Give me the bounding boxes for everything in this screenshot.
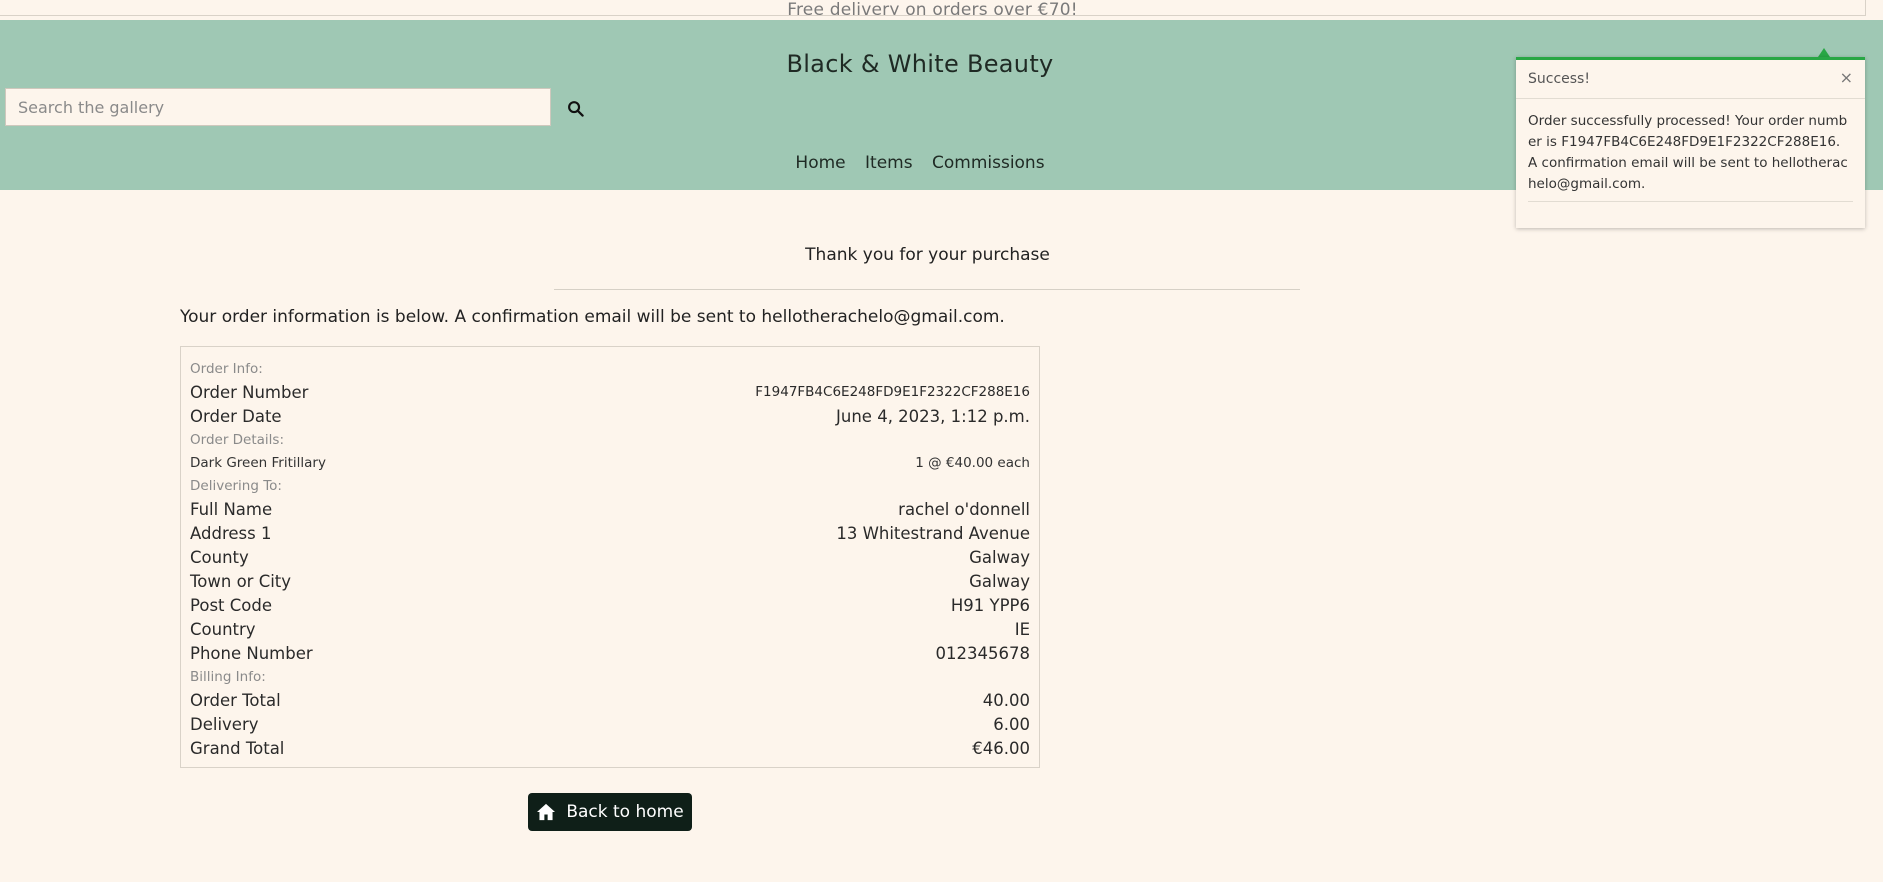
toast-message: Order successfully processed! Your order… (1528, 111, 1853, 202)
county-value: Galway (969, 547, 1030, 567)
order-date-label: Order Date (190, 406, 282, 426)
grand-total-label: Grand Total (190, 738, 285, 758)
search-icon (567, 100, 584, 117)
full-name-label: Full Name (190, 499, 273, 519)
search-button[interactable] (560, 94, 590, 122)
billing-info-label: Billing Info: (190, 668, 266, 685)
order-number-value: F1947FB4C6E248FD9E1F2322CF288E16 (755, 384, 1030, 400)
delivery-value: 6.00 (993, 714, 1030, 734)
phone-label: Phone Number (190, 643, 313, 663)
home-icon (537, 803, 556, 821)
order-total-label: Order Total (190, 690, 281, 710)
order-info-label: Order Info: (190, 360, 263, 377)
search-input[interactable] (5, 88, 551, 126)
address1-label: Address 1 (190, 523, 272, 543)
order-summary: Order Info: Order Number F1947FB4C6E248F… (180, 346, 1040, 768)
order-details-label: Order Details: (190, 431, 285, 448)
address1-value: 13 Whitestrand Avenue (836, 523, 1030, 543)
success-toast: Success! × Order successfully processed!… (1516, 57, 1865, 228)
close-icon[interactable]: × (1840, 68, 1853, 87)
back-to-home-label: Back to home (566, 802, 684, 822)
delivery-banner: Free delivery on orders over €70! (0, 0, 1866, 16)
item-name: Dark Green Fritillary (190, 454, 326, 471)
order-number-label: Order Number (190, 382, 309, 402)
postcode-label: Post Code (190, 595, 273, 615)
nav-home[interactable]: Home (795, 153, 845, 173)
nav-items[interactable]: Items (865, 153, 913, 173)
toast-header: Success! × (1516, 60, 1865, 99)
country-label: Country (190, 619, 256, 639)
order-total-value: 40.00 (982, 690, 1030, 710)
postcode-value: H91 YPP6 (950, 595, 1030, 615)
county-label: County (190, 547, 249, 567)
order-date-value: June 4, 2023, 1:12 p.m. (836, 406, 1030, 426)
order-intro-text: Your order information is below. A confi… (180, 307, 1005, 327)
delivery-label: Delivery (190, 714, 259, 734)
town-value: Galway (969, 571, 1030, 591)
phone-value: 012345678 (935, 643, 1030, 663)
thanks-heading: Thank you for your purchase (805, 245, 1050, 265)
town-label: Town or City (190, 571, 292, 591)
toast-arrow (1818, 48, 1830, 57)
item-quantity-price: 1 @ €40.00 each (915, 454, 1030, 471)
back-to-home-button[interactable]: Back to home (528, 793, 692, 831)
banner-text: Free delivery on orders over €70! (787, 0, 1078, 16)
divider (554, 289, 1300, 290)
delivering-to-label: Delivering To: (190, 477, 282, 494)
grand-total-value: €46.00 (972, 738, 1030, 758)
country-value: IE (1014, 619, 1030, 639)
nav-commissions[interactable]: Commissions (932, 153, 1045, 173)
toast-title: Success! (1528, 71, 1590, 87)
full-name-value: rachel o'donnell (898, 499, 1030, 519)
